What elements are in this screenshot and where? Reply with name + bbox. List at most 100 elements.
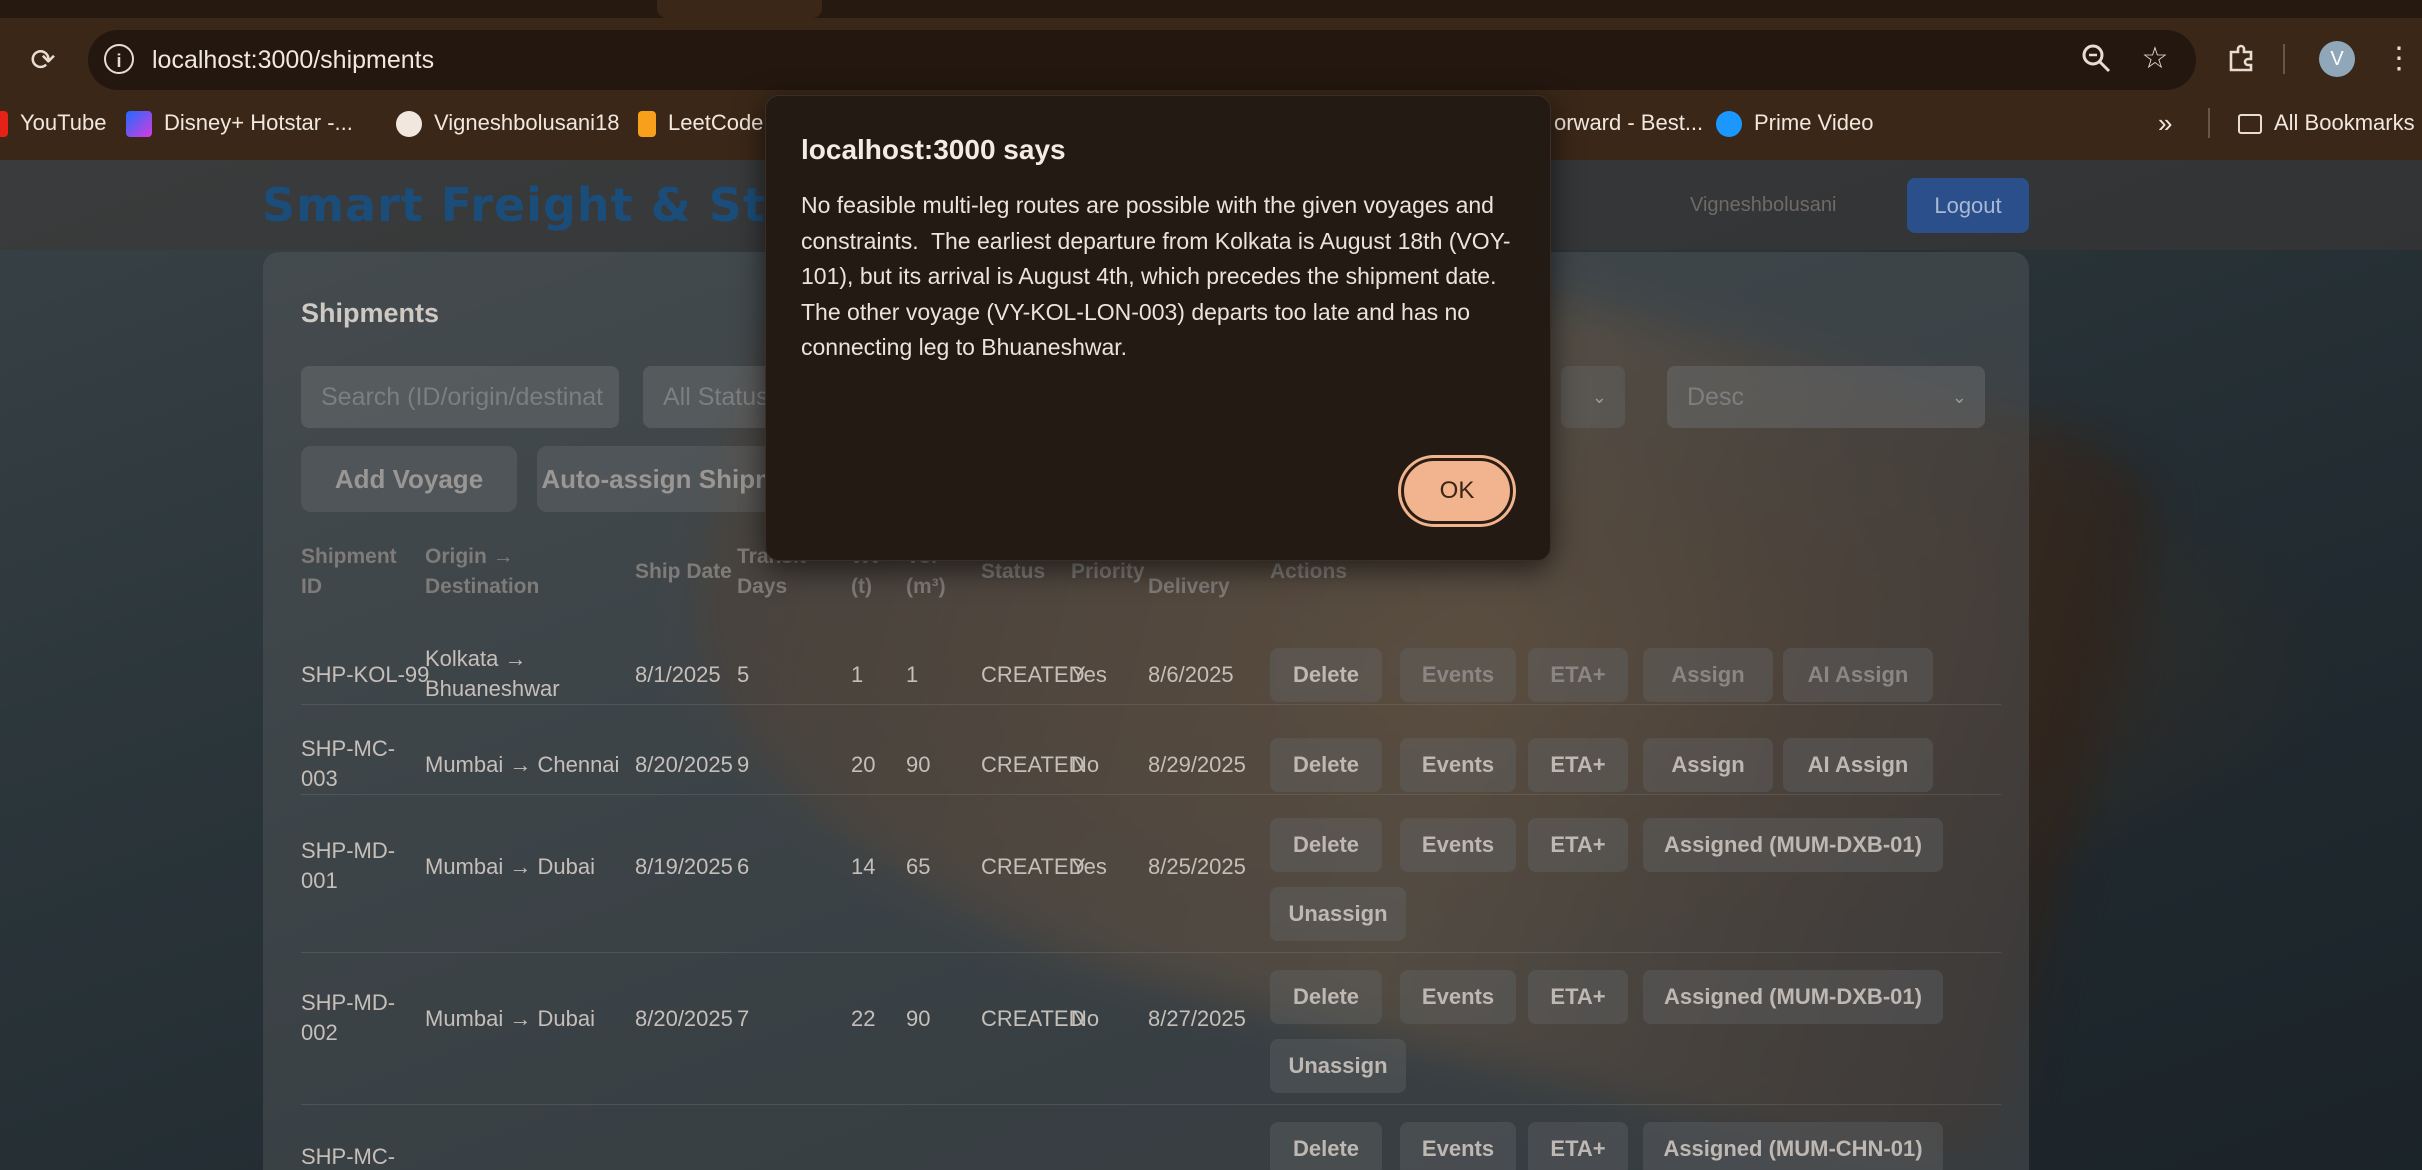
cell-status: CREATED — [981, 662, 1085, 687]
eta-button[interactable]: ETA+ — [1528, 1122, 1628, 1170]
menu-kebab-icon[interactable]: ⋮ — [2384, 40, 2414, 78]
events-button[interactable]: Events — [1400, 738, 1516, 792]
ai-assign-button[interactable]: AI Assign — [1783, 738, 1933, 792]
cell-ship-date: 8/19/2025 — [635, 854, 733, 879]
col-origin-destination[interactable]: Origin → Destination — [425, 542, 575, 602]
extensions-icon[interactable] — [2223, 40, 2261, 78]
events-button[interactable]: Events — [1400, 818, 1516, 872]
col-actions: Actions — [1270, 560, 1348, 583]
bookmark-prime-video[interactable]: Prime Video — [1716, 108, 1873, 138]
reload-icon[interactable]: ⟳ — [26, 44, 60, 78]
cell-priority: No — [1071, 1006, 1100, 1031]
eta-button[interactable]: ETA+ — [1528, 818, 1628, 872]
col-ship-date[interactable]: Ship Date — [635, 557, 745, 587]
profile-avatar[interactable]: V — [2319, 41, 2355, 77]
chevron-down-icon: ⌄ — [1951, 387, 1967, 407]
bookmark-label: orward - Best... — [1554, 110, 1704, 135]
events-button[interactable]: Events — [1400, 648, 1516, 702]
assign-button[interactable]: Assign — [1643, 738, 1773, 792]
delete-button[interactable]: Delete — [1270, 648, 1382, 702]
cell-status: CREATED — [981, 1006, 1085, 1031]
eta-button[interactable]: ETA+ — [1528, 648, 1628, 702]
sort-order-select[interactable]: Desc ⌄ — [1667, 366, 1985, 428]
cell-delivery: 8/25/2025 — [1148, 854, 1246, 879]
cell-ship-date: 8/20/2025 — [635, 752, 733, 777]
sort-order-value: Desc — [1687, 383, 1744, 411]
events-button[interactable]: Events — [1400, 970, 1516, 1024]
bookmark-label: Prime Video — [1754, 110, 1874, 135]
unassign-button[interactable]: Unassign — [1270, 887, 1406, 941]
delete-button[interactable]: Delete — [1270, 818, 1382, 872]
delete-button[interactable]: Delete — [1270, 738, 1382, 792]
col-shipment-id[interactable]: Shipment ID — [301, 542, 401, 602]
cell-id: SHP-MD-001 — [301, 838, 396, 893]
cell-delivery: 8/29/2025 — [1148, 752, 1246, 777]
cell-transit: 7 — [737, 1006, 750, 1031]
page-title: Shipments — [301, 298, 440, 328]
bookmark-github[interactable]: Vigneshbolusani18 — [396, 108, 620, 138]
leetcode-icon — [638, 111, 656, 138]
dialog-message: No feasible multi-leg routes are possibl… — [801, 192, 1511, 360]
delete-button[interactable]: Delete — [1270, 970, 1382, 1024]
hotstar-icon — [126, 111, 152, 138]
dialog-title: localhost:3000 says — [801, 134, 1066, 165]
bookmark-label: Vigneshbolusani18 — [434, 110, 620, 135]
user-name: Vigneshbolusani — [1690, 194, 1837, 216]
cell-transit: 5 — [737, 662, 750, 687]
add-voyage-button[interactable]: Add Voyage — [301, 446, 517, 512]
zoom-icon[interactable] — [2078, 40, 2116, 78]
cell-weight: 1 — [851, 662, 864, 687]
cell-weight: 22 — [851, 1006, 876, 1031]
sort-field-select[interactable]: ⌄ — [1561, 366, 1625, 428]
cell-route: Mumbai → Chennai — [425, 752, 620, 777]
cell-priority: No — [1071, 752, 1100, 777]
url-text[interactable]: localhost:3000/shipments — [152, 44, 434, 76]
assigned-button[interactable]: Assigned (MUM-DXB-01) — [1643, 970, 1943, 1024]
brand-title[interactable]: Smart Freight & Stor — [262, 178, 822, 232]
cell-delivery: 8/27/2025 — [1148, 1006, 1246, 1031]
cell-route: Mumbai → Dubai — [425, 854, 595, 879]
cell-volume: 65 — [906, 854, 931, 879]
events-button[interactable]: Events — [1400, 1122, 1516, 1170]
bookmark-forward[interactable]: orward - Best... — [1554, 108, 1703, 138]
eta-button[interactable]: ETA+ — [1528, 970, 1628, 1024]
bookmark-star-icon[interactable]: ☆ — [2136, 40, 2174, 78]
row-divider — [301, 794, 2001, 795]
assigned-button[interactable]: Assigned (MUM-DXB-01) — [1643, 818, 1943, 872]
toolbar-separator — [2283, 44, 2285, 74]
assign-button[interactable]: Assign — [1643, 648, 1773, 702]
cell-route: Kolkata → Bhuaneshwar — [425, 646, 560, 701]
prime-video-icon — [1716, 111, 1742, 138]
bookmark-hotstar[interactable]: Disney+ Hotstar -... — [126, 108, 353, 138]
all-bookmarks[interactable]: All Bookmarks — [2238, 108, 2415, 138]
delete-button[interactable]: Delete — [1270, 1122, 1382, 1170]
col-delivery[interactable]: Delivery — [1148, 572, 1258, 602]
col-priority[interactable]: Priority — [1071, 557, 1151, 587]
active-tab[interactable] — [657, 0, 822, 18]
tab-strip — [0, 0, 2422, 18]
cell-priority: Yes — [1071, 662, 1107, 687]
cell-volume: 1 — [906, 662, 919, 687]
cell-status: CREATED — [981, 752, 1085, 777]
site-info-icon[interactable]: i — [104, 44, 134, 74]
search-input[interactable]: Search (ID/origin/destinat — [301, 366, 619, 428]
assigned-button[interactable]: Assigned (MUM-CHN-01) — [1643, 1122, 1943, 1170]
bookmarks-overflow-icon[interactable]: » — [2158, 108, 2172, 138]
bookmarks-separator — [2208, 108, 2210, 138]
eta-button[interactable]: ETA+ — [1528, 738, 1628, 792]
bookmark-label: Disney+ Hotstar -... — [164, 110, 353, 135]
status-select-value: All Status — [663, 383, 769, 411]
alert-dialog: localhost:3000 says No feasible multi-le… — [765, 95, 1551, 561]
cell-id: SHP-KOL-99 — [301, 662, 430, 687]
logout-button[interactable]: Logout — [1907, 178, 2029, 233]
unassign-button[interactable]: Unassign — [1270, 1039, 1406, 1093]
bookmark-leetcode[interactable]: LeetCode — [638, 108, 763, 138]
col-status[interactable]: Status — [981, 557, 1061, 587]
ok-button[interactable]: OK — [1401, 458, 1513, 524]
cell-transit: 6 — [737, 854, 750, 879]
auto-assign-button[interactable]: Auto-assign Shipme — [537, 446, 797, 512]
cell-volume: 90 — [906, 752, 931, 777]
ai-assign-button[interactable]: AI Assign — [1783, 648, 1933, 702]
cell-volume: 90 — [906, 1006, 931, 1031]
bookmark-youtube[interactable]: YouTube — [0, 108, 106, 138]
